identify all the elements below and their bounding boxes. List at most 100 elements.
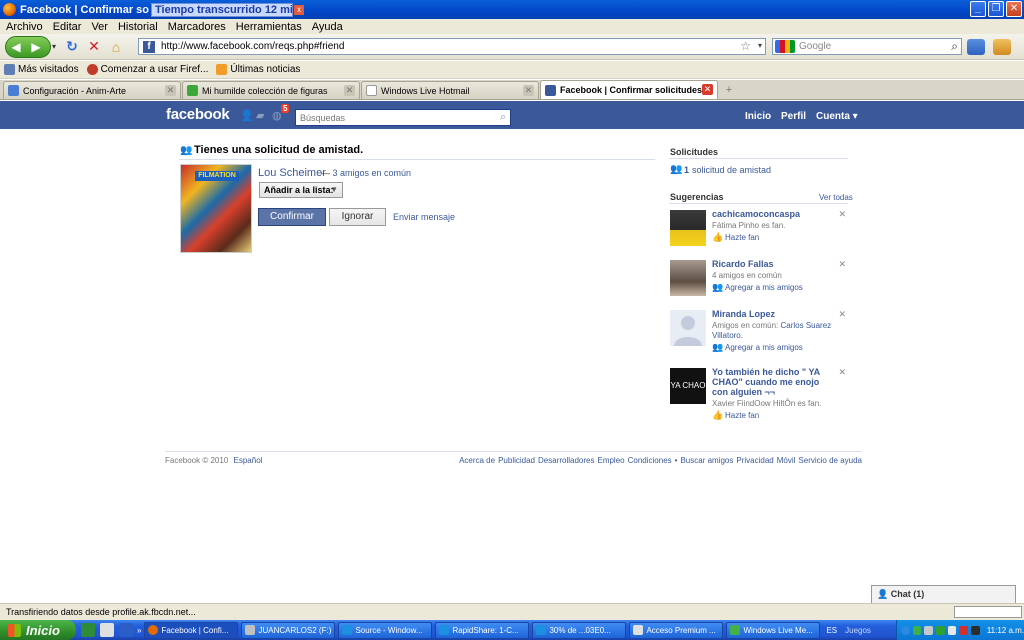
tooltip-close-icon[interactable]: x [294,4,304,15]
suggestion-thumb[interactable] [670,210,706,246]
dismiss-close-icon[interactable]: ✕ [838,209,846,220]
window-titlebar[interactable]: Facebook | Confirmar so Tiempo transcurr… [0,0,1024,19]
juegos-toolbar[interactable]: Juegos [845,626,871,635]
tray-icon[interactable] [971,625,980,635]
addon-icon[interactable] [967,39,985,55]
tray-icon[interactable] [936,625,945,635]
footer-link[interactable]: Móvil [777,456,796,465]
taskbar-item[interactable]: Windows Live Me... [726,621,821,639]
requester-photo[interactable]: FILMATION [180,164,252,253]
home-icon[interactable]: ⌂ [105,37,127,57]
bookmark-ultimas-noticias[interactable]: Últimas noticias [216,64,300,75]
taskbar-item[interactable]: Source - Window... [338,621,433,639]
requests-count-link[interactable]: 👥 1 solicitud de amistad [670,164,771,175]
suggestion-thumb[interactable] [670,310,706,346]
url-bar[interactable]: f http://www.facebook.com/reqs.php#frien… [138,38,766,55]
taskbar-item[interactable]: 30% de ...03E0... [532,621,627,639]
friend-requests-icon[interactable]: 👤 [240,109,254,122]
quicklaunch-excel-icon[interactable] [81,623,95,637]
tab-close-icon[interactable]: ✕ [702,84,713,95]
quicklaunch-chevron-icon[interactable]: » [137,626,141,635]
tab-close-icon[interactable]: ✕ [344,85,355,96]
back-arrow-icon[interactable]: ◀ [6,37,26,57]
footer-link[interactable]: Acerca de [459,456,495,465]
footer-link[interactable]: Publicidad [498,456,535,465]
search-icon[interactable]: ⌕ [500,111,506,124]
taskbar-item[interactable]: RapidShare: 1-C... [435,621,530,639]
url-text[interactable]: http://www.facebook.com/reqs.php#friend [161,41,344,52]
quicklaunch-app-icon[interactable] [100,623,114,637]
become-fan-link[interactable]: 👍 Hazte fan [712,410,759,420]
bookmark-mas-visitados[interactable]: Más visitados [4,64,79,75]
requester-name-link[interactable]: Lou Scheimer [258,167,326,179]
dismiss-close-icon[interactable]: ✕ [838,367,846,378]
bookmark-star-icon[interactable]: ☆ [740,39,751,53]
tab-configuracion[interactable]: Configuración - Anim-Arte ✕ [3,81,181,99]
close-button[interactable]: ✕ [1006,1,1022,17]
mutual-friends-link[interactable]: — 3 amigos en común [321,168,411,178]
footer-link[interactable]: Buscar amigos [680,456,733,465]
tray-messenger-icon[interactable] [912,625,922,635]
start-button[interactable]: Inicio [0,620,76,640]
forward-arrow-icon[interactable]: ▶ [26,37,46,57]
menu-historial[interactable]: Historial [118,21,158,33]
stop-icon[interactable]: ✕ [83,37,105,57]
tab-hotmail[interactable]: Windows Live Hotmail ✕ [361,81,539,99]
send-message-link[interactable]: Enviar mensaje [393,212,455,222]
menu-marcadores[interactable]: Marcadores [168,21,226,33]
dismiss-close-icon[interactable]: ✕ [838,259,846,270]
footer-link[interactable]: Servicio de ayuda [798,456,862,465]
nav-inicio[interactable]: Inicio [745,111,771,122]
tab-facebook[interactable]: Facebook | Confirmar solicitudes ✕ [540,80,718,99]
maximize-button[interactable]: ❐ [988,1,1004,17]
history-dropdown-icon[interactable]: ▾ [52,42,61,51]
menu-ayuda[interactable]: Ayuda [312,21,343,33]
footer-link[interactable]: Privacidad [736,456,773,465]
nav-perfil[interactable]: Perfil [781,111,806,122]
become-fan-link[interactable]: 👍 Hazte fan [712,232,759,242]
tab-close-icon[interactable]: ✕ [523,85,534,96]
mutual-friends-text[interactable]: 3 amigos en común [333,168,412,178]
add-friend-link[interactable]: 👥 Agregar a mis amigos [712,342,803,352]
suggestion-thumb[interactable] [670,260,706,296]
footer-link[interactable]: Desarrolladores [538,456,594,465]
google-icon[interactable] [775,40,795,53]
url-dropdown-icon[interactable]: ▾ [758,41,762,50]
search-bar[interactable]: Google ⌕ [772,38,962,55]
bookmark-comenzar[interactable]: Comenzar a usar Firef... [86,64,208,75]
search-icon[interactable]: ⌕ [951,39,958,54]
nav-cuenta[interactable]: Cuenta ▾ [816,111,858,122]
menu-archivo[interactable]: Archivo [6,21,43,33]
taskbar-item[interactable]: Acceso Premium ... [629,621,724,639]
menu-editar[interactable]: Editar [53,21,82,33]
minimize-button[interactable]: _ [970,1,986,17]
suggestion-name[interactable]: cachicamoconcaspa [712,209,837,219]
ignore-button[interactable]: Ignorar [329,208,386,226]
suggestion-name[interactable]: Ricardo Fallas [712,259,837,269]
confirm-button[interactable]: Confirmar [258,208,326,226]
menu-herramientas[interactable]: Herramientas [236,21,302,33]
menu-ver[interactable]: Ver [91,21,108,33]
chat-bar[interactable]: 👤 Chat (1) [871,585,1016,603]
messages-icon[interactable]: ▰ [256,109,269,122]
facebook-logo[interactable]: facebook [166,106,230,123]
tray-antivirus-icon[interactable] [959,625,969,635]
language-indicator[interactable]: ES [826,626,837,635]
edit-icon[interactable] [993,39,1011,55]
taskbar-item[interactable]: JUANCARLOS2 (F:) [241,621,336,639]
tray-network-icon[interactable] [924,625,934,635]
language-link[interactable]: Español [234,456,263,465]
footer-link[interactable]: Empleo [597,456,624,465]
facebook-search-input[interactable]: Búsquedas ⌕ [295,109,511,126]
quicklaunch-word-icon[interactable] [119,623,133,637]
tray-icon[interactable] [901,625,910,635]
dismiss-close-icon[interactable]: ✕ [838,309,846,320]
suggestion-name[interactable]: Yo también he dicho " YA CHAO" cuando me… [712,367,837,397]
suggestion-name[interactable]: Miranda Lopez [712,309,837,319]
reload-icon[interactable]: ↻ [61,37,83,57]
tab-close-icon[interactable]: ✕ [165,85,176,96]
add-to-list-dropdown[interactable]: Añadir a la lista: ▼ [259,182,343,198]
tray-volume-icon[interactable] [947,625,957,635]
suggestion-thumb[interactable]: YA CHAO [670,368,706,404]
taskbar-item[interactable]: Facebook | Confi... [144,621,239,639]
